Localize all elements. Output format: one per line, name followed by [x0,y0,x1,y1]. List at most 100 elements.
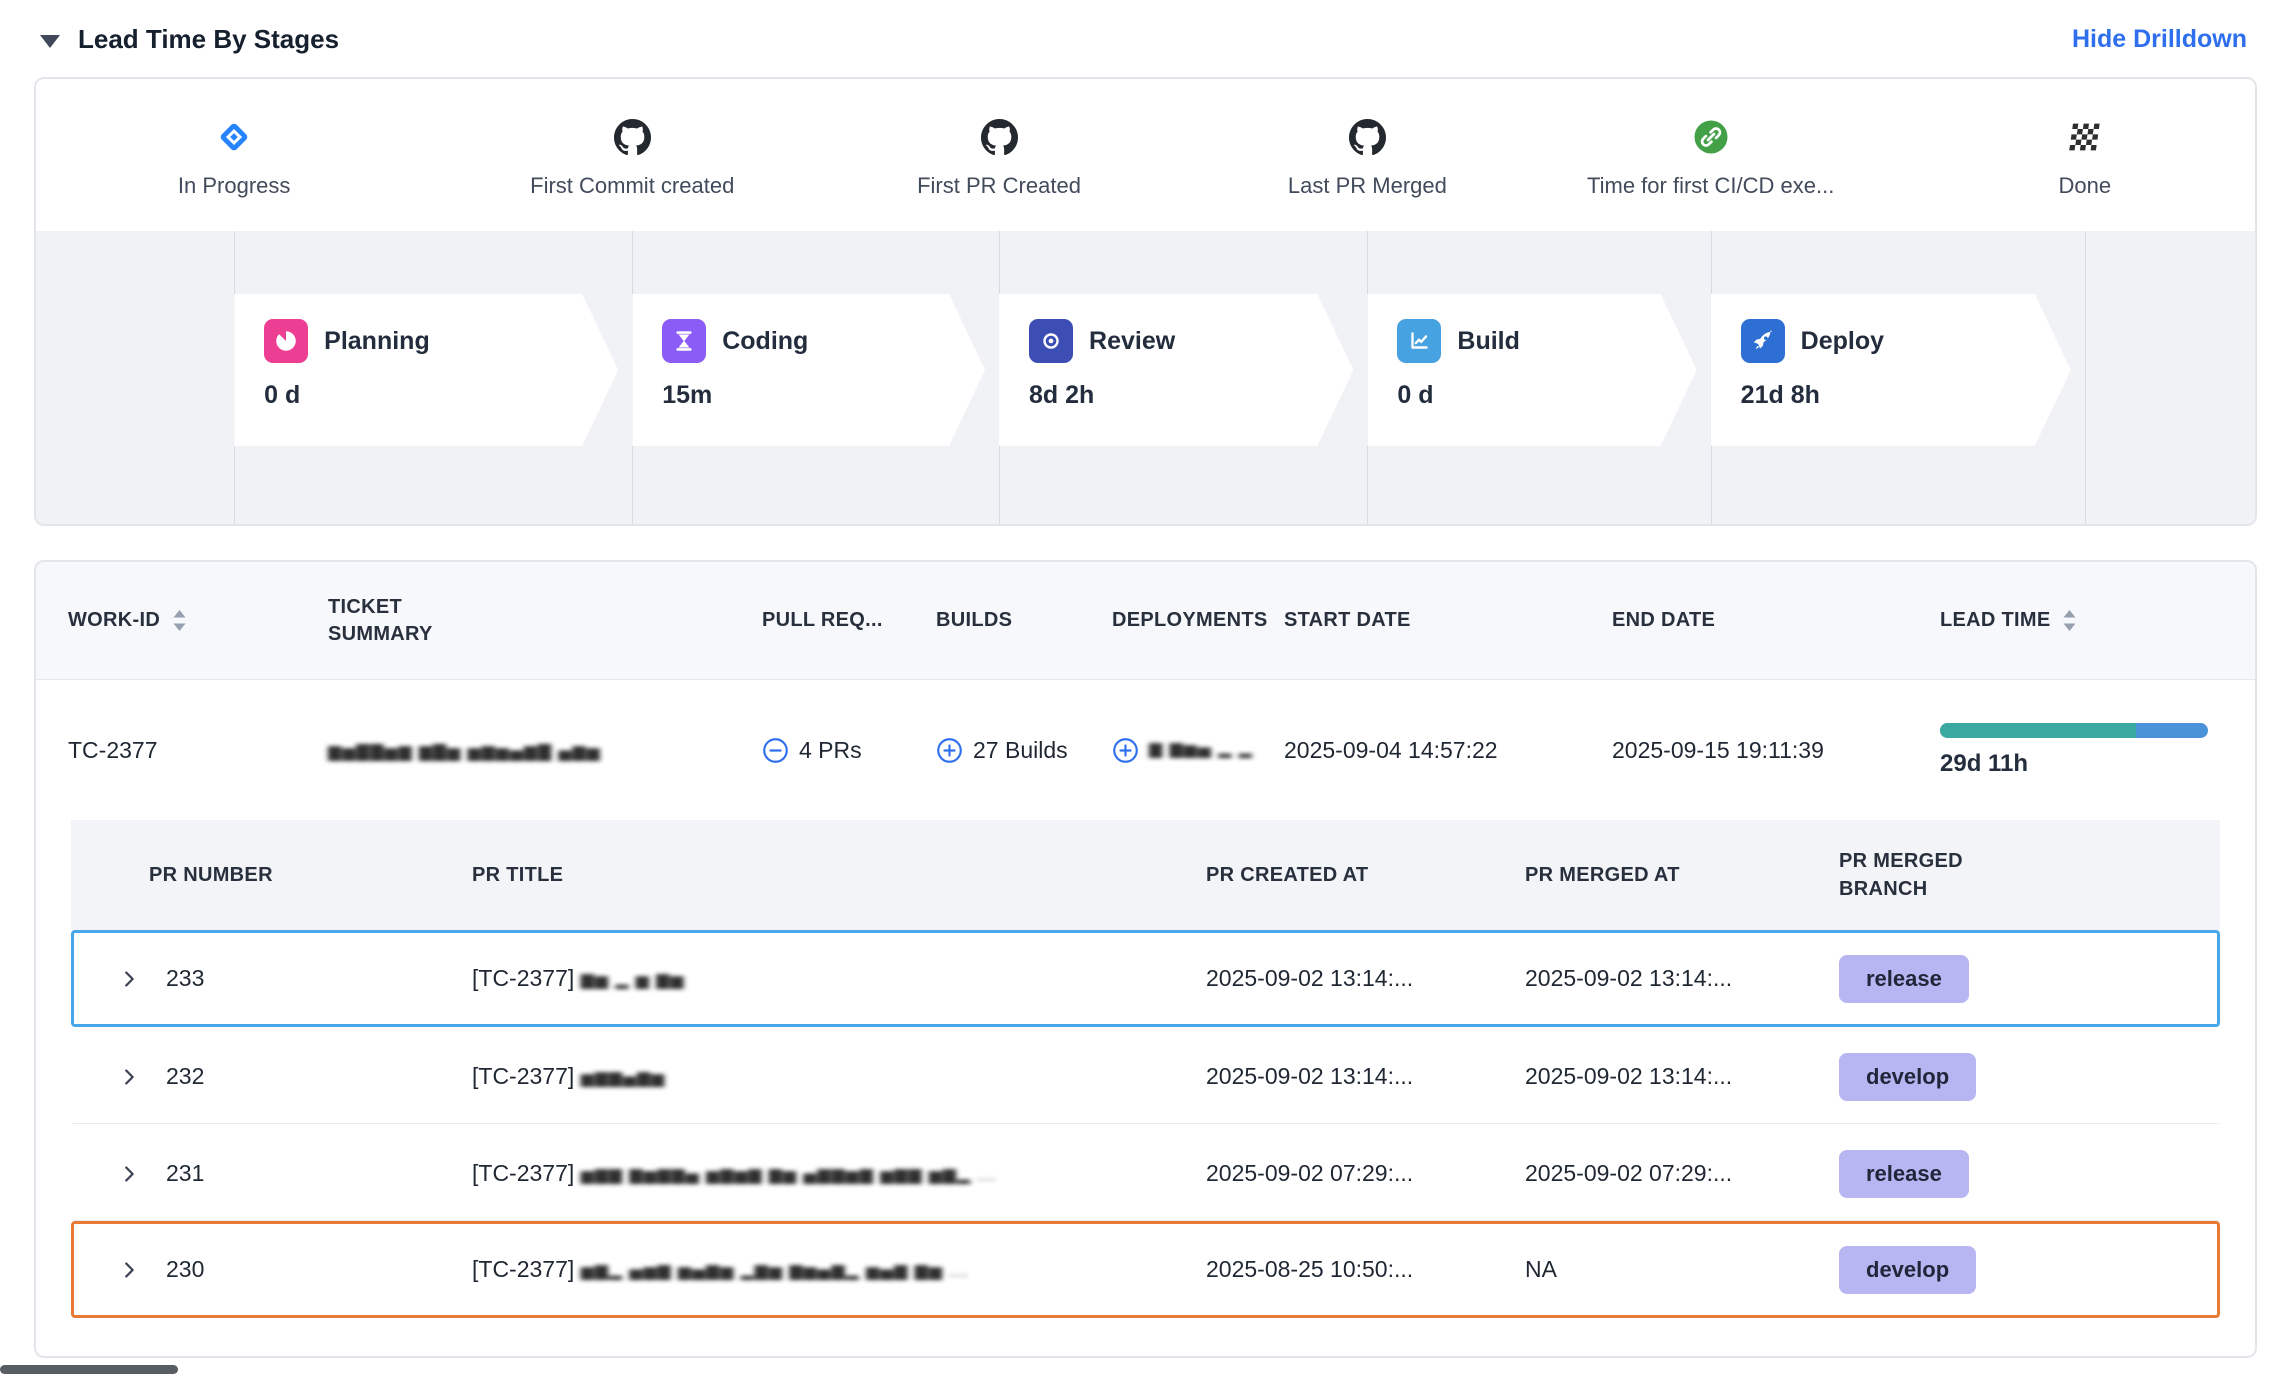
chevron-right-icon[interactable] [118,968,140,990]
stage-name: Build [1457,327,1520,356]
start-date-header: START DATE [1284,609,1612,632]
stage-chip-review[interactable]: Review 8d 2h [999,294,1353,446]
milestone-label: Done [1905,173,2257,199]
column-separator [2085,231,2086,524]
pr-created-at: 2025-09-02 13:14:... [1206,965,1525,992]
pr-title: [TC-2377] ▆▇▂ ▅▆▇ ▆▅▇▆ ▂▇▆ ▇▆▅▇▂ ▆▅▇ ▇▆ … [472,1256,1206,1283]
stage-duration: 8d 2h [1029,381,1353,410]
planning-icon [264,319,308,363]
horizontal-scrollbar-thumb[interactable] [0,1365,178,1374]
builds-header: BUILDS [936,609,1112,632]
section-header: Lead Time By Stages Hide Drilldown [0,0,2291,77]
milestone-label: Last PR Merged [1187,173,1547,199]
deploy-rocket-icon [1741,319,1785,363]
collapse-arrow-icon[interactable] [40,35,60,48]
chevron-right-icon[interactable] [118,1066,140,1088]
end-date-cell: 2025-09-15 19:11:39 [1612,737,1940,764]
work-item-row[interactable]: TC-2377 ▇▆██▆▇ ▇█▆ ▆▇▆▅▇█ ▅▇▆ 4 PRs 27 B… [36,680,2255,820]
pr-merged-at: 2025-09-02 13:14:... [1525,1063,1839,1090]
build-icon [1397,319,1441,363]
pr-title: [TC-2377] ▆▇▇ ▇▆▇▇▅ ▆▇▆▇ ▇▆ ▅▇▇▆▇ ▆▇▇ ▆▇… [472,1160,1206,1187]
stage-chip-deploy[interactable]: Deploy 21d 8h [1711,294,2071,446]
stage-chip-coding[interactable]: Coding 15m [632,294,985,446]
pr-number-header: PR NUMBER [74,864,472,887]
milestone-label: Time for first CI/CD exe... [1531,173,1891,199]
milestone-label: First Commit created [452,173,812,199]
end-date-header: END DATE [1612,609,1940,632]
start-date-cell: 2025-09-04 14:57:22 [1284,737,1612,764]
pr-created-at: 2025-09-02 13:14:... [1206,1063,1525,1090]
lead-time-cell: 29d 11h [1940,723,2223,778]
expand-circle-plus-icon [1112,737,1139,764]
github-icon [452,111,812,163]
page-title: Lead Time By Stages [78,24,339,55]
deployments-cell[interactable]: ▇ ▇▆▅ ▂ ▂ [1112,737,1284,764]
milestone-first-pr: First PR Created [819,111,1179,199]
pr-title: [TC-2377] ▆▇▇▅▇▆ [472,1063,1206,1090]
chevron-right-icon[interactable] [118,1259,140,1281]
milestone-in-progress: In Progress [54,111,414,199]
stage-duration: 15m [662,381,985,410]
drilldown-table-panel: WORK-ID TICKET SUMMARY PULL REQ... BUILD… [34,560,2257,1358]
pr-merged-header: PR MERGED AT [1525,864,1839,887]
milestone-label: First PR Created [819,173,1179,199]
stage-name: Review [1089,327,1175,356]
milestone-last-pr-merged: Last PR Merged [1187,111,1547,199]
stage-duration: 0 d [264,381,618,410]
ticket-summary-cell: ▇▆██▆▇ ▇█▆ ▆▇▆▅▇█ ▅▇▆ [328,737,762,764]
pr-table: PR NUMBER PR TITLE PR CREATED AT PR MERG… [71,820,2220,1318]
pull-requests-cell[interactable]: 4 PRs [762,737,936,764]
pull-requests-header: PULL REQ... [762,609,912,632]
jira-in-progress-icon [54,111,414,163]
pr-created-at: 2025-09-02 07:29:... [1206,1160,1525,1187]
milestone-first-cicd: Time for first CI/CD exe... [1531,111,1891,199]
redacted-text: ▇ ▇▆▅ ▂ ▂ [1149,742,1253,759]
stage-name: Deploy [1801,327,1884,356]
coding-hourglass-icon [662,319,706,363]
work-id-cell: TC-2377 [68,737,328,764]
redacted-text: ▆▇▇ ▇▆▇▇▅ ▆▇▆▇ ▇▆ ▅▇▇▆▇ ▆▇▇ ▆▇▂ ... [581,1168,997,1185]
lead-time-bar [1940,723,2208,738]
pr-merged-at: NA [1525,1256,1839,1283]
work-id-header[interactable]: WORK-ID [68,609,328,632]
github-icon [819,111,1179,163]
redacted-text: ▆▇▇▅▇▆ [581,1071,665,1088]
checkered-flag-icon [1905,111,2257,163]
milestone-first-commit: First Commit created [452,111,812,199]
lead-time-header[interactable]: LEAD TIME [1940,609,2223,632]
pr-title: [TC-2377] ▇▆ ▂ ▆ ▇▆ [472,965,1206,992]
pr-created-at: 2025-08-25 10:50:... [1206,1256,1525,1283]
review-icon [1029,319,1073,363]
stage-band: Planning 0 d Coding 15m [36,231,2255,524]
work-table-header: WORK-ID TICKET SUMMARY PULL REQ... BUILD… [36,562,2255,680]
redacted-text: ▆▇▂ ▅▆▇ ▆▅▇▆ ▂▇▆ ▇▆▅▇▂ ▆▅▇ ▇▆ ... [581,1264,969,1281]
pr-row[interactable]: 231 [TC-2377] ▆▇▇ ▇▆▇▇▅ ▆▇▆▇ ▇▆ ▅▇▇▆▇ ▆▇… [71,1124,2220,1221]
stage-chip-planning[interactable]: Planning 0 d [234,294,618,446]
sort-icon [172,610,187,631]
sort-icon [2062,610,2077,631]
milestone-done: Done [1905,111,2257,199]
pr-number: 233 [166,965,204,992]
collapse-circle-minus-icon [762,737,789,764]
stage-chip-build[interactable]: Build 0 d [1367,294,1696,446]
pr-title-header: PR TITLE [472,864,1206,887]
branch-badge: release [1839,1150,1969,1198]
deployments-header: DEPLOYMENTS [1112,609,1284,632]
github-icon [1187,111,1547,163]
expand-circle-plus-icon [936,737,963,764]
pr-number: 232 [166,1063,204,1090]
pr-number: 230 [166,1256,204,1283]
redacted-text: ▇▆ ▂ ▆ ▇▆ [581,973,685,990]
ticket-summary-header: TICKET SUMMARY [328,594,488,648]
pr-row[interactable]: 230 [TC-2377] ▆▇▂ ▅▆▇ ▆▅▇▆ ▂▇▆ ▇▆▅▇▂ ▆▅▇… [71,1221,2220,1318]
builds-cell[interactable]: 27 Builds [936,737,1112,764]
stage-name: Planning [324,327,430,356]
pr-row[interactable]: 233 [TC-2377] ▇▆ ▂ ▆ ▇▆ 2025-09-02 13:14… [71,930,2220,1027]
lead-time-stages-panel: In Progress First Commit created First P… [34,77,2257,526]
pr-merged-branch-header: PR MERGED BRANCH [1839,847,2009,903]
chevron-right-icon[interactable] [118,1163,140,1185]
redacted-text: ▇▆██▆▇ ▇█▆ ▆▇▆▅▇█ ▅▇▆ [328,744,601,761]
milestone-label: In Progress [54,173,414,199]
pr-row[interactable]: 232 [TC-2377] ▆▇▇▅▇▆ 2025-09-02 13:14:..… [71,1027,2220,1124]
hide-drilldown-link[interactable]: Hide Drilldown [2072,25,2247,54]
